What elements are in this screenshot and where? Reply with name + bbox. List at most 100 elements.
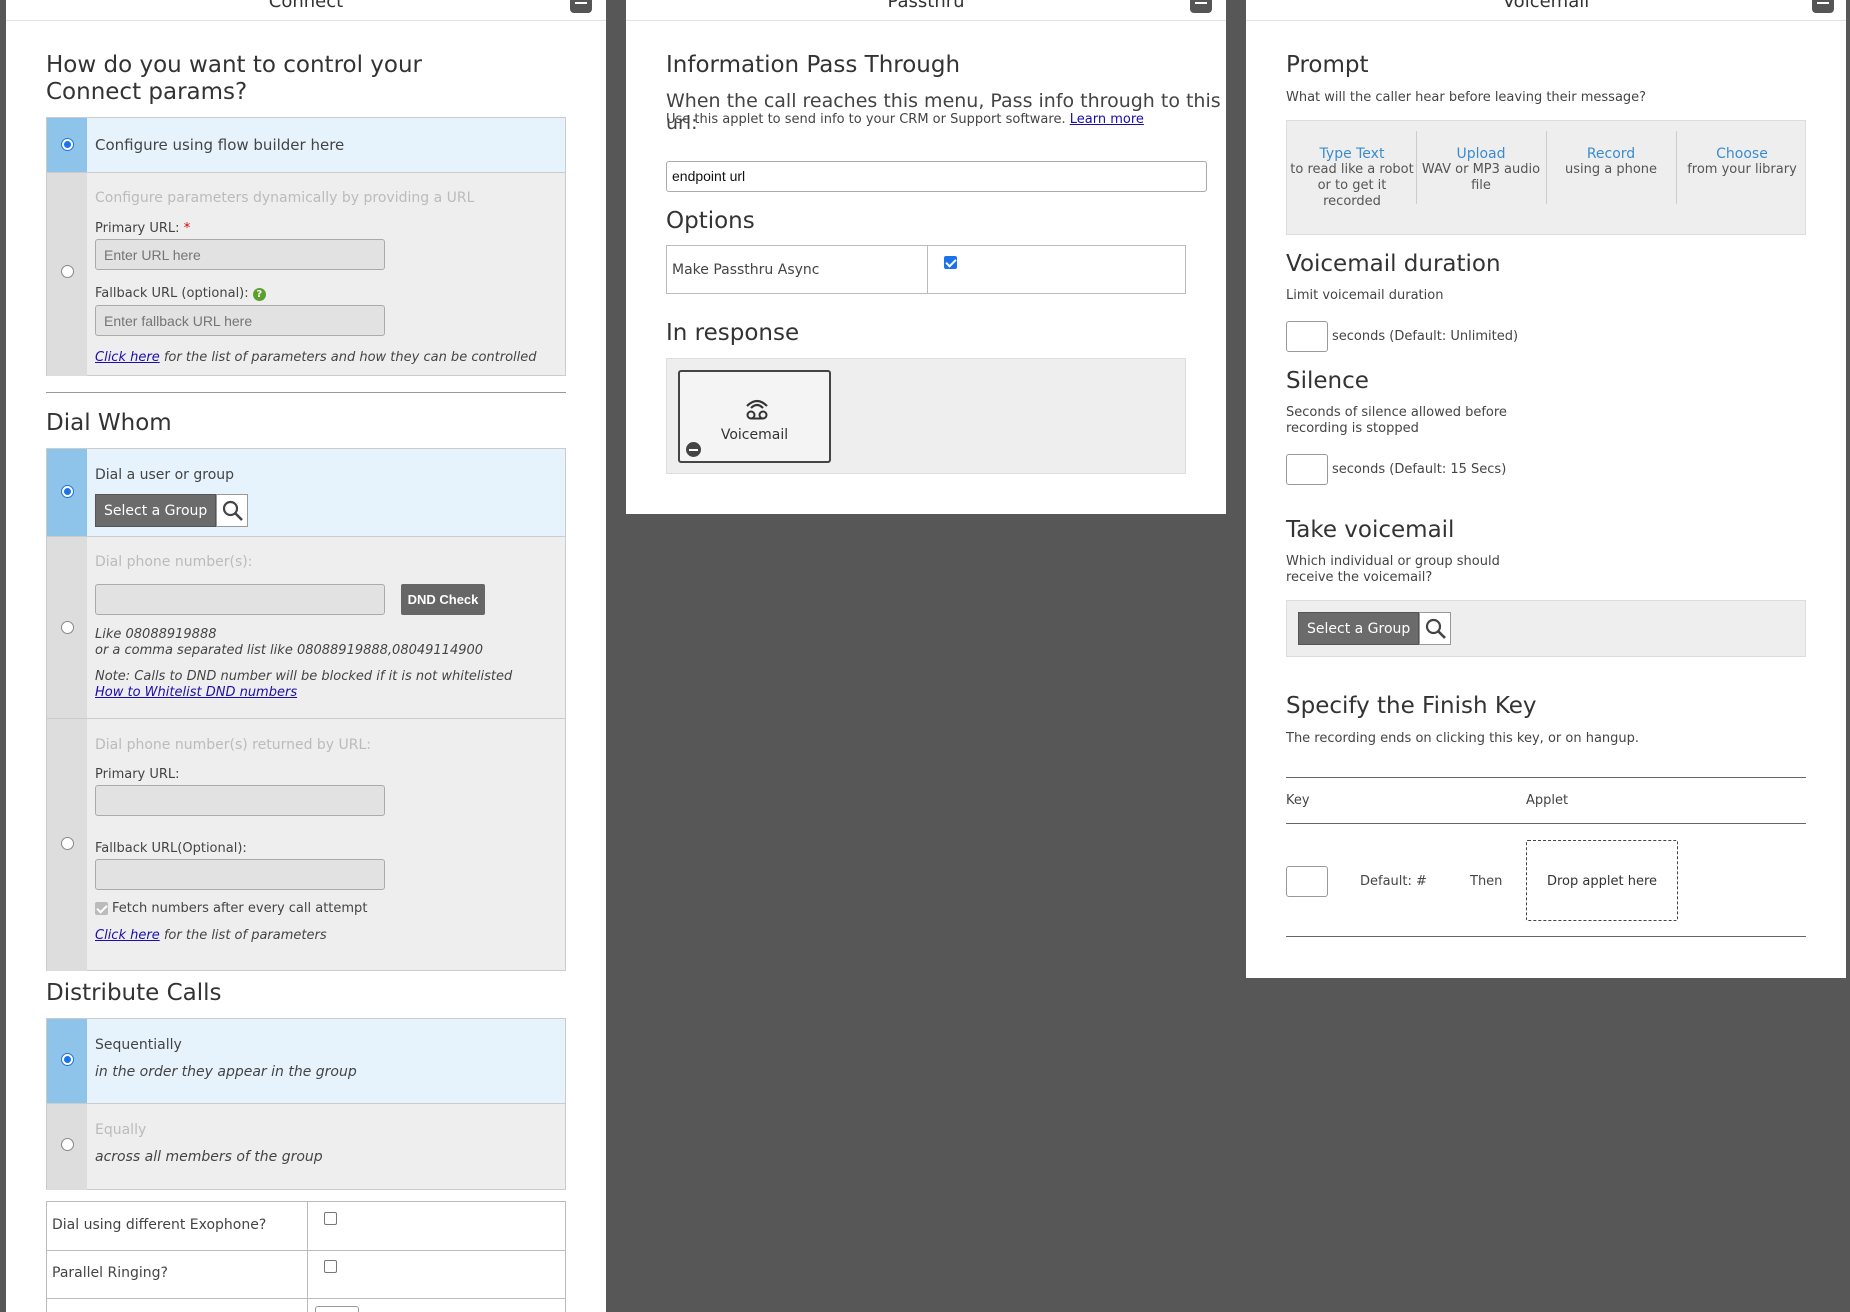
duration-input[interactable] <box>1286 321 1328 352</box>
option-sequential[interactable]: Sequentially in the order they appear in… <box>47 1019 565 1104</box>
option-url[interactable]: Configure parameters dynamically by prov… <box>47 173 565 376</box>
dial-fallback-url-label: Fallback URL(Optional): <box>95 841 247 856</box>
tile-type-text[interactable]: Type Text to read like a robot or to get… <box>1289 146 1415 210</box>
whitelist-link[interactable]: How to Whitelist DND numbers <box>95 685 297 700</box>
tile-choose-desc: from your library <box>1687 162 1797 177</box>
finish-key-heading: Specify the Finish Key <box>1286 693 1537 719</box>
row-input[interactable] <box>315 1306 359 1312</box>
minimize-icon[interactable] <box>570 0 592 13</box>
dial-fallback-url-input[interactable] <box>95 859 385 890</box>
fallback-url-label: Fallback URL (optional): <box>95 286 249 301</box>
duration-heading: Voicemail duration <box>1286 251 1501 277</box>
vm-select-group-button[interactable]: Select a Group <box>1298 612 1420 645</box>
select-group-control[interactable]: Select a Group <box>95 494 249 527</box>
parallel-ringing-checkbox[interactable] <box>324 1260 337 1273</box>
diff-exophone-label: Dial using different Exophone? <box>52 1217 267 1233</box>
response-drop-area[interactable]: Voicemail <box>666 358 1186 474</box>
dial-whom-heading: Dial Whom <box>46 410 172 436</box>
passthru-desc-small: Use this applet to send info to your CRM… <box>666 112 1066 127</box>
distribute-calls-heading: Distribute Calls <box>46 980 222 1006</box>
finish-key-desc: The recording ends on clicking this key,… <box>1286 731 1640 746</box>
finish-key-input[interactable] <box>1286 866 1328 897</box>
params-note-2: for the list of parameters <box>163 928 327 943</box>
distribute-options: Sequentially in the order they appear in… <box>46 1018 566 1190</box>
radio-dial-by-url[interactable] <box>61 837 74 850</box>
radio-dial-numbers[interactable] <box>61 621 74 634</box>
prompt-desc: What will the caller hear before leaving… <box>1286 90 1647 105</box>
sequential-label: Sequentially <box>95 1037 182 1053</box>
in-response-heading: In response <box>666 320 800 346</box>
connect-panel: Connect How do you want to control your … <box>6 0 606 1312</box>
minimize-icon[interactable] <box>1190 0 1212 13</box>
dial-user-label: Dial a user or group <box>95 467 235 483</box>
option-url-label: Configure parameters dynamically by prov… <box>95 190 475 206</box>
example-line-2: or a comma separated list like 080889198… <box>95 643 484 658</box>
help-icon[interactable]: ? <box>252 288 266 301</box>
option-dial-user[interactable]: Dial a user or group Select a Group <box>47 449 565 537</box>
silence-hint: seconds (Default: 15 Secs) <box>1332 462 1507 477</box>
default-key: Default: # <box>1360 874 1427 889</box>
prompt-tiles: Type Text to read like a robot or to get… <box>1286 120 1806 235</box>
async-checkbox[interactable] <box>944 256 957 269</box>
primary-url-label: Primary URL: <box>95 221 180 236</box>
drop-applet-zone[interactable]: Drop applet here <box>1526 840 1678 921</box>
radio-url[interactable] <box>61 265 74 278</box>
dnd-check-button[interactable]: DND Check <box>401 584 485 615</box>
radio-equal[interactable] <box>61 1138 74 1151</box>
connect-options-table: Dial using different Exophone? Parallel … <box>46 1201 566 1312</box>
option-equal[interactable]: Equally across all members of the group <box>47 1104 565 1190</box>
select-group-button[interactable]: Select a Group <box>95 494 217 527</box>
silence-desc: Seconds of silence allowed before record… <box>1286 405 1507 436</box>
tile-upload-desc: WAV or MP3 audio file <box>1421 162 1541 193</box>
options-table: Make Passthru Async <box>666 245 1186 294</box>
dial-numbers-label: Dial phone number(s): <box>95 554 253 570</box>
prompt-heading: Prompt <box>1286 52 1369 78</box>
remove-applet-icon[interactable] <box>686 442 701 457</box>
params-note: for the list of parameters and how they … <box>163 350 537 365</box>
learn-more-link[interactable]: Learn more <box>1070 112 1144 127</box>
search-icon[interactable] <box>1419 612 1452 645</box>
finish-key-table: Key Applet Default: # Then Drop applet h… <box>1286 777 1806 937</box>
drop-applet-label: Drop applet here <box>1546 874 1657 889</box>
col-applet-header: Applet <box>1526 793 1569 808</box>
fallback-url-input[interactable] <box>95 305 385 336</box>
passthru-panel-title: Passthru <box>626 0 1226 21</box>
required-mark: * <box>183 221 191 236</box>
connect-panel-title: Connect <box>6 0 606 21</box>
fetch-numbers-checkbox[interactable] <box>95 902 108 915</box>
vm-select-group-control[interactable]: Select a Group <box>1298 612 1452 645</box>
voicemail-applet-label: Voicemail <box>720 427 789 443</box>
fetch-numbers-label: Fetch numbers after every call attempt <box>112 901 368 916</box>
duration-desc: Limit voicemail duration <box>1286 288 1444 303</box>
radio-dial-user[interactable] <box>61 485 74 498</box>
tile-upload[interactable]: Upload WAV or MP3 audio file <box>1421 146 1541 194</box>
col-key-header: Key <box>1286 793 1310 808</box>
option-dial-numbers[interactable]: Dial phone number(s): DND Check Like 080… <box>47 537 565 719</box>
tile-type-text-desc: to read like a robot or to get it record… <box>1290 162 1414 209</box>
radio-flow-builder[interactable] <box>61 138 74 151</box>
endpoint-url-input[interactable]: endpoint url <box>666 161 1207 192</box>
diff-exophone-checkbox[interactable] <box>324 1212 337 1225</box>
tile-upload-title: Upload <box>1456 146 1506 162</box>
primary-url-input[interactable] <box>95 239 385 270</box>
voicemail-applet[interactable]: Voicemail <box>678 370 831 463</box>
tile-record[interactable]: Record using a phone <box>1551 146 1671 178</box>
then-label: Then <box>1470 874 1503 889</box>
option-flow-builder[interactable]: Configure using flow builder here <box>47 118 565 173</box>
silence-input[interactable] <box>1286 454 1328 485</box>
params-link-2[interactable]: Click here <box>95 928 160 943</box>
option-dial-by-url[interactable]: Dial phone number(s) returned by URL: Pr… <box>47 719 565 971</box>
tile-choose[interactable]: Choose from your library <box>1679 146 1805 178</box>
duration-hint: seconds (Default: Unlimited) <box>1332 329 1519 344</box>
equal-desc: across all members of the group <box>95 1149 323 1165</box>
search-icon[interactable] <box>216 494 249 527</box>
dial-primary-url-input[interactable] <box>95 785 385 816</box>
minimize-icon[interactable] <box>1812 0 1834 13</box>
params-link[interactable]: Click here <box>95 350 160 365</box>
parallel-ringing-label: Parallel Ringing? <box>52 1265 168 1281</box>
phone-numbers-input[interactable] <box>95 584 385 615</box>
radio-sequential[interactable] <box>61 1053 74 1066</box>
options-heading: Options <box>666 208 755 234</box>
equal-label: Equally <box>95 1122 147 1138</box>
example-line-1: Like 08088919888 <box>95 627 217 642</box>
